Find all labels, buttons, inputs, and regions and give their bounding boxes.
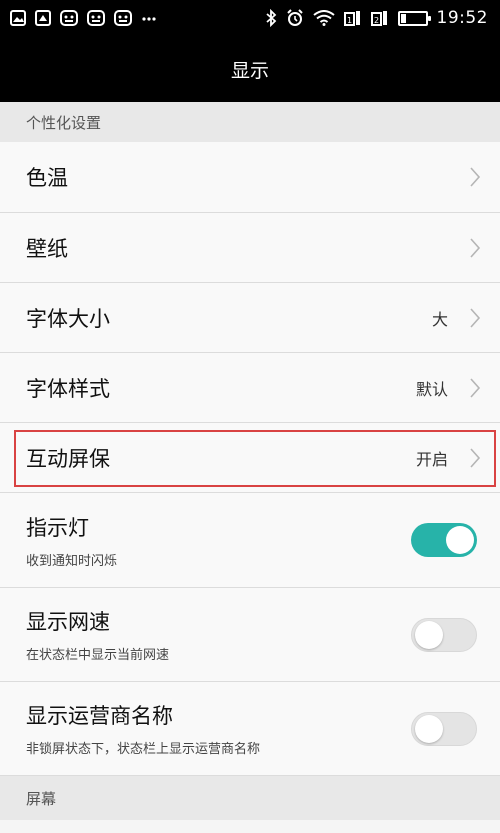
setting-wallpaper[interactable]: 壁纸 bbox=[0, 213, 500, 283]
setting-description: 在状态栏中显示当前网速 bbox=[26, 648, 170, 663]
setting-label: 字体样式 bbox=[26, 376, 110, 401]
setting-interactive-screensaver[interactable]: 互动屏保 开启 bbox=[0, 423, 500, 493]
setting-label: 壁纸 bbox=[26, 236, 68, 261]
setting-label: 显示网速 bbox=[26, 610, 110, 634]
section-title: 屏幕 bbox=[26, 789, 57, 808]
gallery-icon bbox=[35, 10, 51, 26]
setting-label: 色温 bbox=[26, 166, 68, 190]
image-icon bbox=[10, 10, 26, 26]
status-right-icons: 1 2 19:52 bbox=[265, 8, 489, 28]
svg-text:1: 1 bbox=[347, 16, 352, 25]
section-header-screen: 屏幕 bbox=[0, 776, 500, 820]
chevron-right-icon bbox=[464, 443, 486, 473]
app-bar: 显示 bbox=[0, 36, 500, 102]
toggle-knob bbox=[446, 526, 474, 554]
bluetooth-icon bbox=[265, 9, 276, 27]
setting-indicator-light: 指示灯 收到通知时闪烁 bbox=[0, 493, 500, 588]
svg-text:2: 2 bbox=[374, 16, 379, 25]
message-icon bbox=[114, 10, 132, 26]
status-left-icons bbox=[10, 10, 157, 26]
wifi-icon bbox=[312, 10, 335, 26]
battery-level bbox=[400, 13, 406, 23]
setting-value: 开启 bbox=[415, 449, 448, 469]
alarm-icon bbox=[286, 9, 303, 26]
chevron-right-icon bbox=[464, 233, 486, 263]
carrier-name-toggle[interactable] bbox=[411, 711, 477, 746]
chevron-right-icon bbox=[464, 162, 486, 192]
sim2-signal-icon: 2 bbox=[370, 11, 387, 26]
setting-label: 字体大小 bbox=[26, 306, 110, 331]
message-icon bbox=[87, 10, 105, 26]
status-time: 19:52 bbox=[436, 8, 488, 28]
sim1-signal-icon: 1 bbox=[343, 11, 360, 26]
section-header-personalization: 个性化设置 bbox=[0, 102, 500, 142]
toggle-knob bbox=[415, 620, 443, 649]
setting-font-size[interactable]: 字体大小 大 bbox=[0, 283, 500, 353]
setting-value: 默认 bbox=[415, 379, 448, 399]
page-title: 显示 bbox=[230, 59, 269, 82]
chevron-right-icon bbox=[464, 373, 486, 403]
setting-description: 非锁屏状态下，状态栏上显示运营商名称 bbox=[26, 742, 261, 757]
setting-description: 收到通知时闪烁 bbox=[26, 553, 118, 569]
more-dots-icon bbox=[142, 17, 156, 21]
setting-carrier-name: 显示运营商名称 非锁屏状态下，状态栏上显示运营商名称 bbox=[0, 682, 500, 776]
setting-network-speed: 显示网速 在状态栏中显示当前网速 bbox=[0, 588, 500, 682]
network-speed-toggle[interactable] bbox=[411, 617, 477, 652]
message-icon bbox=[60, 10, 78, 26]
section-title: 个性化设置 bbox=[26, 113, 102, 132]
setting-value: 大 bbox=[431, 309, 448, 329]
chevron-right-icon bbox=[464, 303, 486, 333]
setting-label: 指示灯 bbox=[26, 515, 89, 540]
setting-font-style[interactable]: 字体样式 默认 bbox=[0, 353, 500, 423]
toggle-knob bbox=[415, 714, 443, 743]
status-bar: 1 2 19:52 bbox=[0, 0, 500, 36]
indicator-light-toggle[interactable] bbox=[411, 523, 477, 557]
setting-color-temperature[interactable]: 色温 bbox=[0, 142, 500, 213]
battery-icon bbox=[397, 10, 431, 26]
setting-label: 互动屏保 bbox=[26, 446, 110, 471]
setting-label: 显示运营商名称 bbox=[26, 704, 173, 728]
